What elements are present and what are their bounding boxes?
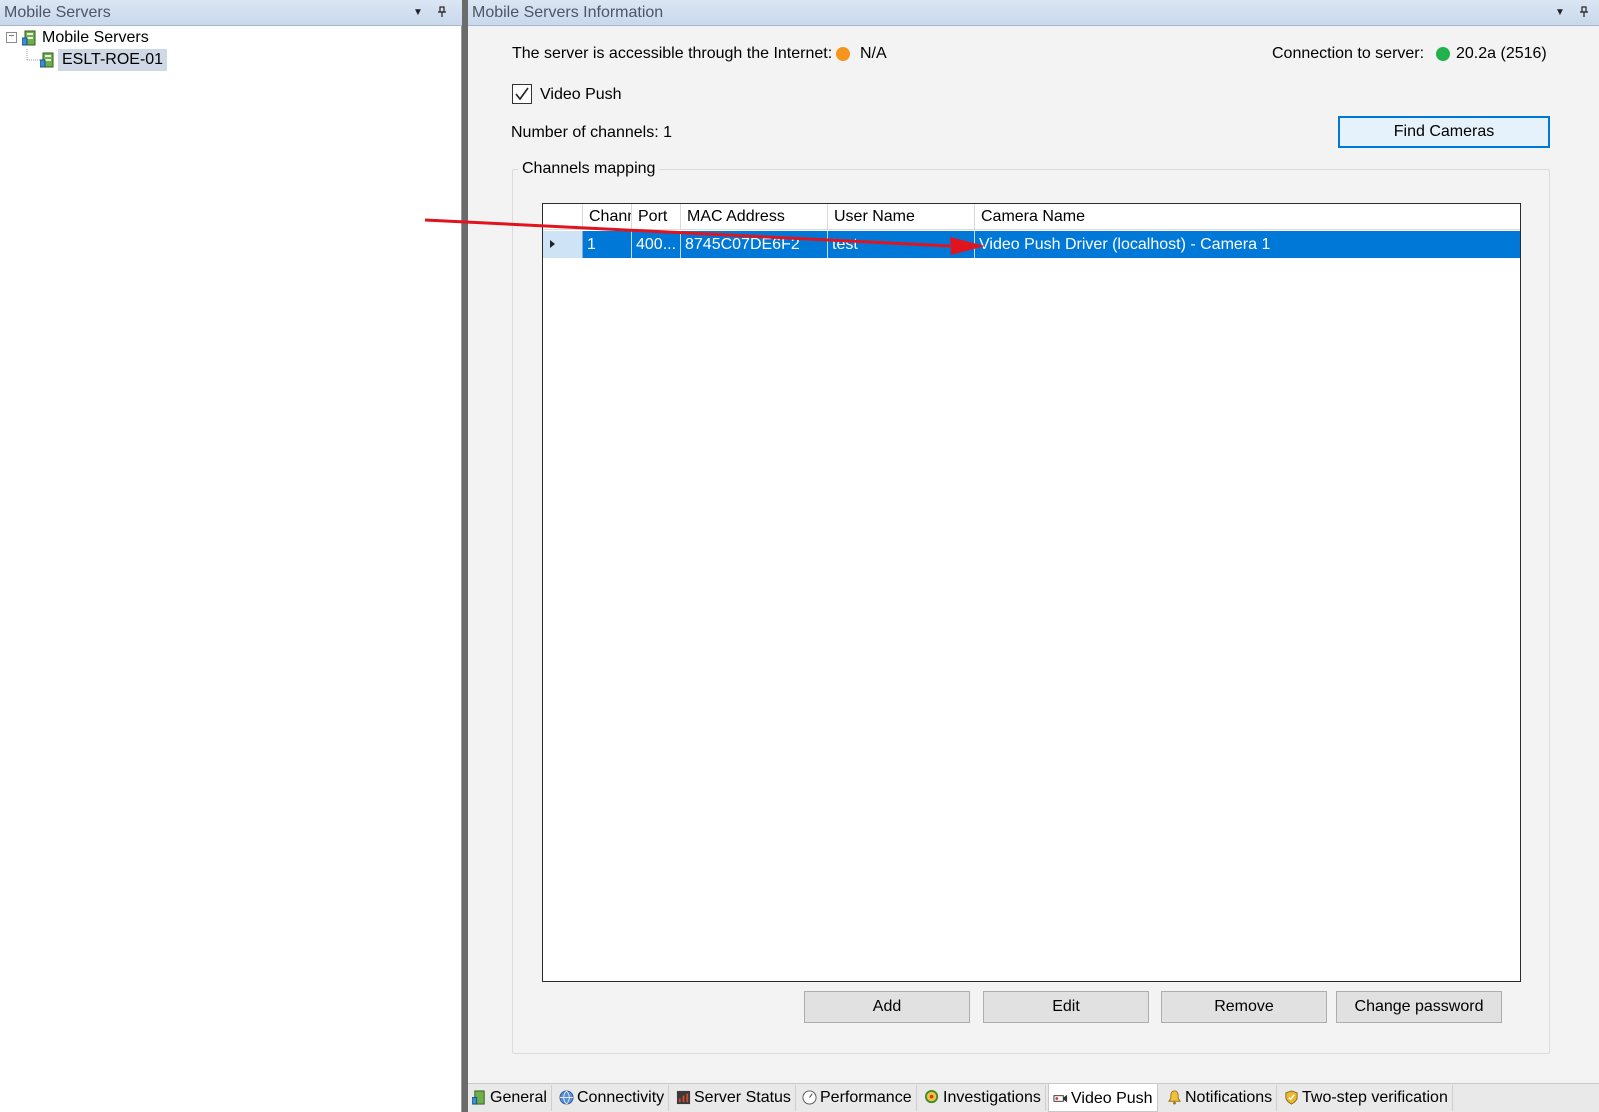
- connection-value: 20.2a (2516): [1456, 45, 1547, 62]
- pin-icon[interactable]: [1576, 0, 1592, 26]
- camera-icon: [1053, 1094, 1068, 1103]
- tab-label: Video Push: [1071, 1090, 1153, 1107]
- left-pane-header: Mobile Servers ▼: [0, 0, 462, 26]
- change-password-button[interactable]: Change password: [1336, 991, 1502, 1023]
- cell-camera-name[interactable]: Video Push Driver (localhost) - Camera 1: [975, 231, 1520, 258]
- mobile-server-icon: [40, 52, 54, 68]
- video-push-label: Video Push: [540, 86, 622, 103]
- channels-grid[interactable]: Channel Port MAC Address User Name Camer…: [542, 203, 1521, 982]
- find-cameras-button[interactable]: Find Cameras: [1338, 116, 1550, 148]
- monitor-icon: [676, 1090, 691, 1105]
- video-push-content: The server is accessible through the Int…: [468, 27, 1599, 1083]
- tab-label: Connectivity: [577, 1089, 665, 1106]
- connection-status-dot: [1436, 47, 1450, 61]
- tree-item-eslt-roe-01[interactable]: ESLT-ROE-01: [0, 49, 300, 71]
- bottom-tab-strip: General Connectivity Server Status Perfo…: [468, 1083, 1599, 1112]
- column-header-channel[interactable]: Channel: [583, 204, 632, 230]
- collapse-icon[interactable]: −: [6, 32, 17, 43]
- tab-label: Two-step verification: [1302, 1089, 1448, 1106]
- cell-port[interactable]: 400...: [632, 231, 681, 258]
- internet-status-value: N/A: [860, 45, 887, 62]
- internet-status-dot: [836, 47, 850, 61]
- checkmark-icon: [515, 87, 529, 101]
- tab-label: Notifications: [1185, 1089, 1273, 1106]
- row-selector[interactable]: [543, 231, 583, 258]
- cell-user-name[interactable]: test: [828, 231, 975, 258]
- mobile-server-icon: [22, 30, 36, 46]
- tab-video-push[interactable]: Video Push: [1048, 1084, 1158, 1112]
- mobile-servers-information-pane: Mobile Servers Information ▼ The server …: [468, 0, 1599, 1112]
- column-header-user-name[interactable]: User Name: [828, 204, 975, 230]
- bell-icon: [1167, 1090, 1182, 1105]
- internet-access-label: The server is accessible through the Int…: [512, 45, 833, 62]
- tab-connectivity[interactable]: Connectivity: [555, 1085, 670, 1111]
- left-pane-title: Mobile Servers: [4, 4, 111, 21]
- current-row-arrow-icon: [550, 240, 555, 248]
- pin-icon[interactable]: [434, 0, 450, 26]
- investigation-icon: [925, 1090, 939, 1104]
- gauge-icon: [802, 1090, 817, 1105]
- tab-label: Performance: [820, 1089, 912, 1106]
- tab-label: Investigations: [943, 1089, 1041, 1106]
- column-header-mac-address[interactable]: MAC Address: [681, 204, 828, 230]
- add-button[interactable]: Add: [804, 991, 970, 1023]
- tab-notifications[interactable]: Notifications: [1163, 1085, 1278, 1111]
- tab-general[interactable]: General: [468, 1085, 552, 1111]
- mobile-servers-pane: Mobile Servers ▼ − Mobile Servers ESLT-R…: [0, 0, 462, 1112]
- cell-channel[interactable]: 1: [583, 231, 632, 258]
- tab-investigations[interactable]: Investigations: [921, 1085, 1046, 1111]
- tree-root-item[interactable]: − Mobile Servers: [0, 27, 300, 49]
- edit-button[interactable]: Edit: [983, 991, 1149, 1023]
- video-push-checkbox[interactable]: [512, 84, 532, 104]
- globe-icon: [559, 1090, 574, 1105]
- column-header-port[interactable]: Port: [632, 204, 681, 230]
- right-pane-title: Mobile Servers Information: [472, 4, 664, 21]
- tab-server-status[interactable]: Server Status: [672, 1085, 796, 1111]
- grid-header: Channel Port MAC Address User Name Camer…: [543, 204, 1520, 230]
- channels-mapping-title: Channels mapping: [518, 159, 660, 179]
- remove-button[interactable]: Remove: [1161, 991, 1327, 1023]
- connection-label: Connection to server:: [1272, 45, 1425, 62]
- tree-root-label: Mobile Servers: [42, 29, 149, 46]
- dropdown-arrow-icon[interactable]: ▼: [1552, 0, 1568, 26]
- cell-mac-address[interactable]: 8745C07DE6F2: [681, 231, 828, 258]
- tab-two-step-verification[interactable]: Two-step verification: [1280, 1085, 1453, 1111]
- shield-icon: [1285, 1090, 1298, 1105]
- dropdown-arrow-icon[interactable]: ▼: [410, 0, 426, 26]
- channels-count-label: Number of channels: 1: [511, 124, 672, 141]
- row-header-column: [543, 204, 583, 230]
- table-row[interactable]: 1 400... 8745C07DE6F2 test Video Push Dr…: [543, 231, 1520, 258]
- tab-label: Server Status: [694, 1089, 791, 1106]
- column-header-camera-name[interactable]: Camera Name: [975, 204, 1520, 230]
- tab-performance[interactable]: Performance: [798, 1085, 917, 1111]
- tab-label: General: [490, 1089, 547, 1106]
- tree-item-label: ESLT-ROE-01: [58, 49, 168, 71]
- right-pane-header: Mobile Servers Information ▼: [468, 0, 1599, 26]
- server-icon: [472, 1090, 485, 1105]
